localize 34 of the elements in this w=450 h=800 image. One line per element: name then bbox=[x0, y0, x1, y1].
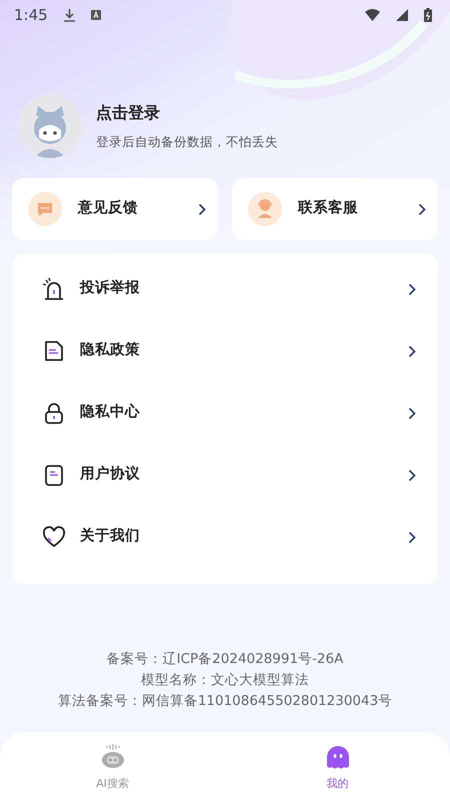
login-title[interactable]: 点击登录 bbox=[96, 100, 278, 125]
download-icon bbox=[64, 8, 75, 22]
feedback-button[interactable]: 意见反馈 bbox=[12, 178, 218, 240]
support-button[interactable]: 联系客服 bbox=[232, 178, 438, 240]
footer-text: 模型名称：文心大模型算法 bbox=[140, 671, 310, 690]
siren-icon bbox=[42, 277, 66, 301]
menu-item[interactable]: 投诉举报 bbox=[12, 258, 438, 320]
robot-icon bbox=[100, 744, 126, 770]
login-subtitle: 登录后自动备份数据，不怕丢失 bbox=[96, 132, 278, 151]
ghost-icon bbox=[324, 744, 350, 770]
profile-tab[interactable]: 我的 bbox=[225, 732, 450, 800]
chevron-icon bbox=[198, 202, 206, 216]
heart-icon bbox=[42, 525, 66, 549]
keyboard-icon bbox=[90, 10, 101, 20]
chevron-icon bbox=[408, 468, 416, 482]
chevron-icon bbox=[408, 282, 416, 296]
menu-item[interactable]: 用户协议 bbox=[12, 444, 438, 506]
menu-item[interactable]: 隐私政策 bbox=[12, 320, 438, 382]
lock-icon bbox=[42, 401, 66, 425]
footer-text: 算法备案号：网信算备110108645502801230043号 bbox=[56, 692, 394, 711]
status-time: 1:45 bbox=[14, 4, 48, 26]
chevron-icon bbox=[408, 530, 416, 544]
wifi-icon bbox=[365, 9, 380, 21]
chevron-icon bbox=[418, 202, 426, 216]
document-icon bbox=[42, 463, 66, 487]
chevron-icon bbox=[408, 344, 416, 358]
document-icon bbox=[42, 339, 66, 363]
menu-item[interactable]: 关于我们 bbox=[12, 506, 438, 568]
chat-bubble-icon bbox=[28, 192, 62, 226]
footer-text: 备案号：辽ICP备2024028991号-26A bbox=[106, 650, 344, 669]
headset-agent-icon bbox=[248, 192, 282, 226]
battery-icon bbox=[424, 8, 432, 22]
chevron-icon bbox=[408, 406, 416, 420]
menu-item[interactable]: 隐私中心 bbox=[12, 382, 438, 444]
